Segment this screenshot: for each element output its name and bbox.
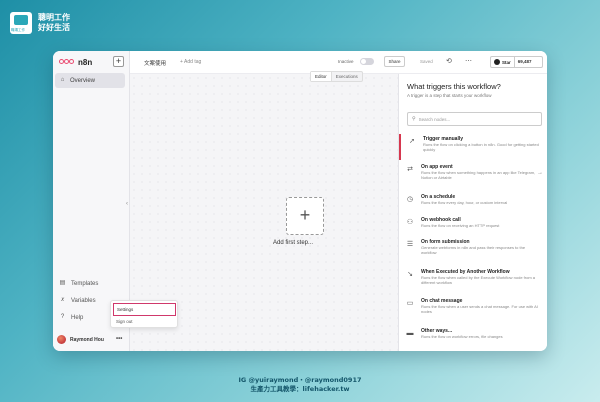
webhook-icon: ⚇ (406, 219, 414, 226)
tab-executions[interactable]: Executions (332, 72, 362, 81)
node-description: Generate webforms in n8n and pass their … (421, 245, 526, 255)
github-star-button[interactable]: Star 69,487 (490, 56, 543, 68)
collapse-sidebar-icon[interactable]: ‹ (126, 201, 128, 207)
search-box[interactable]: ⚲ (407, 112, 542, 126)
brand-line1: 聰明工作 (38, 13, 70, 22)
share-button[interactable]: Share (384, 56, 405, 67)
node-on-app-event[interactable]: ⇄ On app event Runs the flow when someth… (399, 162, 547, 188)
node-description: Runs the flow on workflow errors, file c… (421, 334, 503, 339)
other-icon: ▬ (406, 330, 414, 337)
menu-item-sign-out[interactable]: Sign out (116, 319, 133, 324)
node-other-ways[interactable]: ▬ Other ways... Runs the flow on workflo… (399, 326, 547, 351)
panel-subtitle: A trigger is a step that starts your wor… (407, 93, 492, 98)
trigger-panel: What triggers this workflow? A trigger i… (398, 74, 547, 351)
tab-editor[interactable]: Editor (311, 72, 332, 81)
brand-line2: 好好生活 (38, 23, 70, 32)
user-profile[interactable]: Raymond Hou (57, 335, 104, 344)
saved-status: Saved (420, 59, 433, 64)
add-button[interactable]: + (113, 56, 124, 67)
history-icon[interactable]: ⟲ (446, 57, 452, 65)
brand-logo-text: 職場工作 (11, 28, 25, 32)
footer-caption: IG @yuiraymond・@raymond0917 生產力工具教學：life… (0, 376, 600, 394)
node-description: Runs the flow on receiving an HTTP reque… (421, 223, 500, 228)
star-label: Star (502, 59, 511, 65)
help-icon: ? (60, 314, 65, 320)
cursor-icon: ➚ (409, 138, 415, 145)
user-popup-menu: Settings Sign out (110, 300, 178, 328)
sidebar-item-help[interactable]: ? Help (59, 314, 84, 321)
sidebar-item-label: Templates (71, 280, 99, 287)
chevron-right-icon: → (537, 170, 543, 176)
node-executed-by-workflow[interactable]: ↘ When Executed by Another Workflow Runs… (399, 267, 547, 293)
node-description: Runs the flow when something happens in … (421, 170, 536, 180)
active-toggle[interactable] (360, 58, 374, 65)
brand: 職場工作 聰明工作 好好生活 (10, 12, 70, 34)
node-on-form-submission[interactable]: ☰ On form submission Generate webforms i… (399, 237, 547, 263)
clock-icon: ◷ (406, 196, 414, 203)
avatar (57, 335, 66, 344)
editor-executions-tabs: Editor Executions (310, 71, 363, 82)
caption-line1: IG @yuiraymond・@raymond0917 (238, 376, 362, 384)
workflow-status: Inactive (338, 59, 354, 64)
add-tag-link[interactable]: + Add tag (180, 59, 201, 65)
variables-icon: 𝑥 (60, 297, 65, 303)
n8n-logo-icon (59, 58, 75, 66)
brand-text: 聰明工作 好好生活 (38, 13, 70, 33)
star-count: 69,487 (517, 59, 532, 64)
sidebar-item-overview[interactable]: ⌂ Overview (55, 73, 125, 88)
form-icon: ☰ (406, 241, 414, 248)
sidebar-item-templates[interactable]: ▤ Templates (59, 280, 99, 287)
n8n-wordmark: n8n (78, 57, 93, 67)
caption-line2: 生產力工具教學：lifehacker.tw (250, 385, 350, 393)
user-menu-button[interactable]: ••• (116, 336, 122, 342)
node-description: Runs the flow when called by the Execute… (421, 275, 535, 285)
sidebar-item-label: Overview (70, 77, 96, 84)
node-description: Runs the flow on clicking a button in n8… (423, 142, 539, 152)
panel-title: What triggers this workflow? (407, 82, 501, 91)
user-name: Raymond Hou (70, 336, 104, 343)
home-icon: ⌂ (60, 77, 65, 83)
node-trigger-manually[interactable]: ➚ Trigger manually Runs the flow on clic… (399, 134, 547, 160)
app-event-icon: ⇄ (407, 166, 413, 173)
sidebar-item-variables[interactable]: 𝑥 Variables (59, 297, 96, 304)
search-icon: ⚲ (412, 116, 416, 122)
brand-logo: 職場工作 (10, 12, 32, 34)
templates-icon: ▤ (59, 280, 66, 286)
sidebar-item-label: Variables (71, 297, 96, 304)
more-options-icon[interactable]: ⋯ (465, 57, 472, 65)
add-first-step-button[interactable]: + (286, 197, 324, 235)
node-description: Runs the flow every day, hour, or custom… (421, 200, 508, 205)
github-icon (494, 59, 500, 65)
menu-item-settings[interactable]: Settings (113, 303, 176, 316)
node-on-chat-message[interactable]: ▭ On chat message Runs the flow when a u… (399, 296, 547, 322)
node-description: Runs the flow when a user sends a chat m… (421, 304, 538, 314)
search-input[interactable] (418, 116, 529, 122)
workflow-icon: ↘ (407, 271, 413, 278)
chat-icon: ▭ (406, 300, 414, 307)
workflow-name[interactable]: 文案使用 (144, 59, 166, 67)
add-first-step-label: Add first step... (273, 240, 314, 246)
sidebar-item-label: Help (71, 314, 84, 321)
